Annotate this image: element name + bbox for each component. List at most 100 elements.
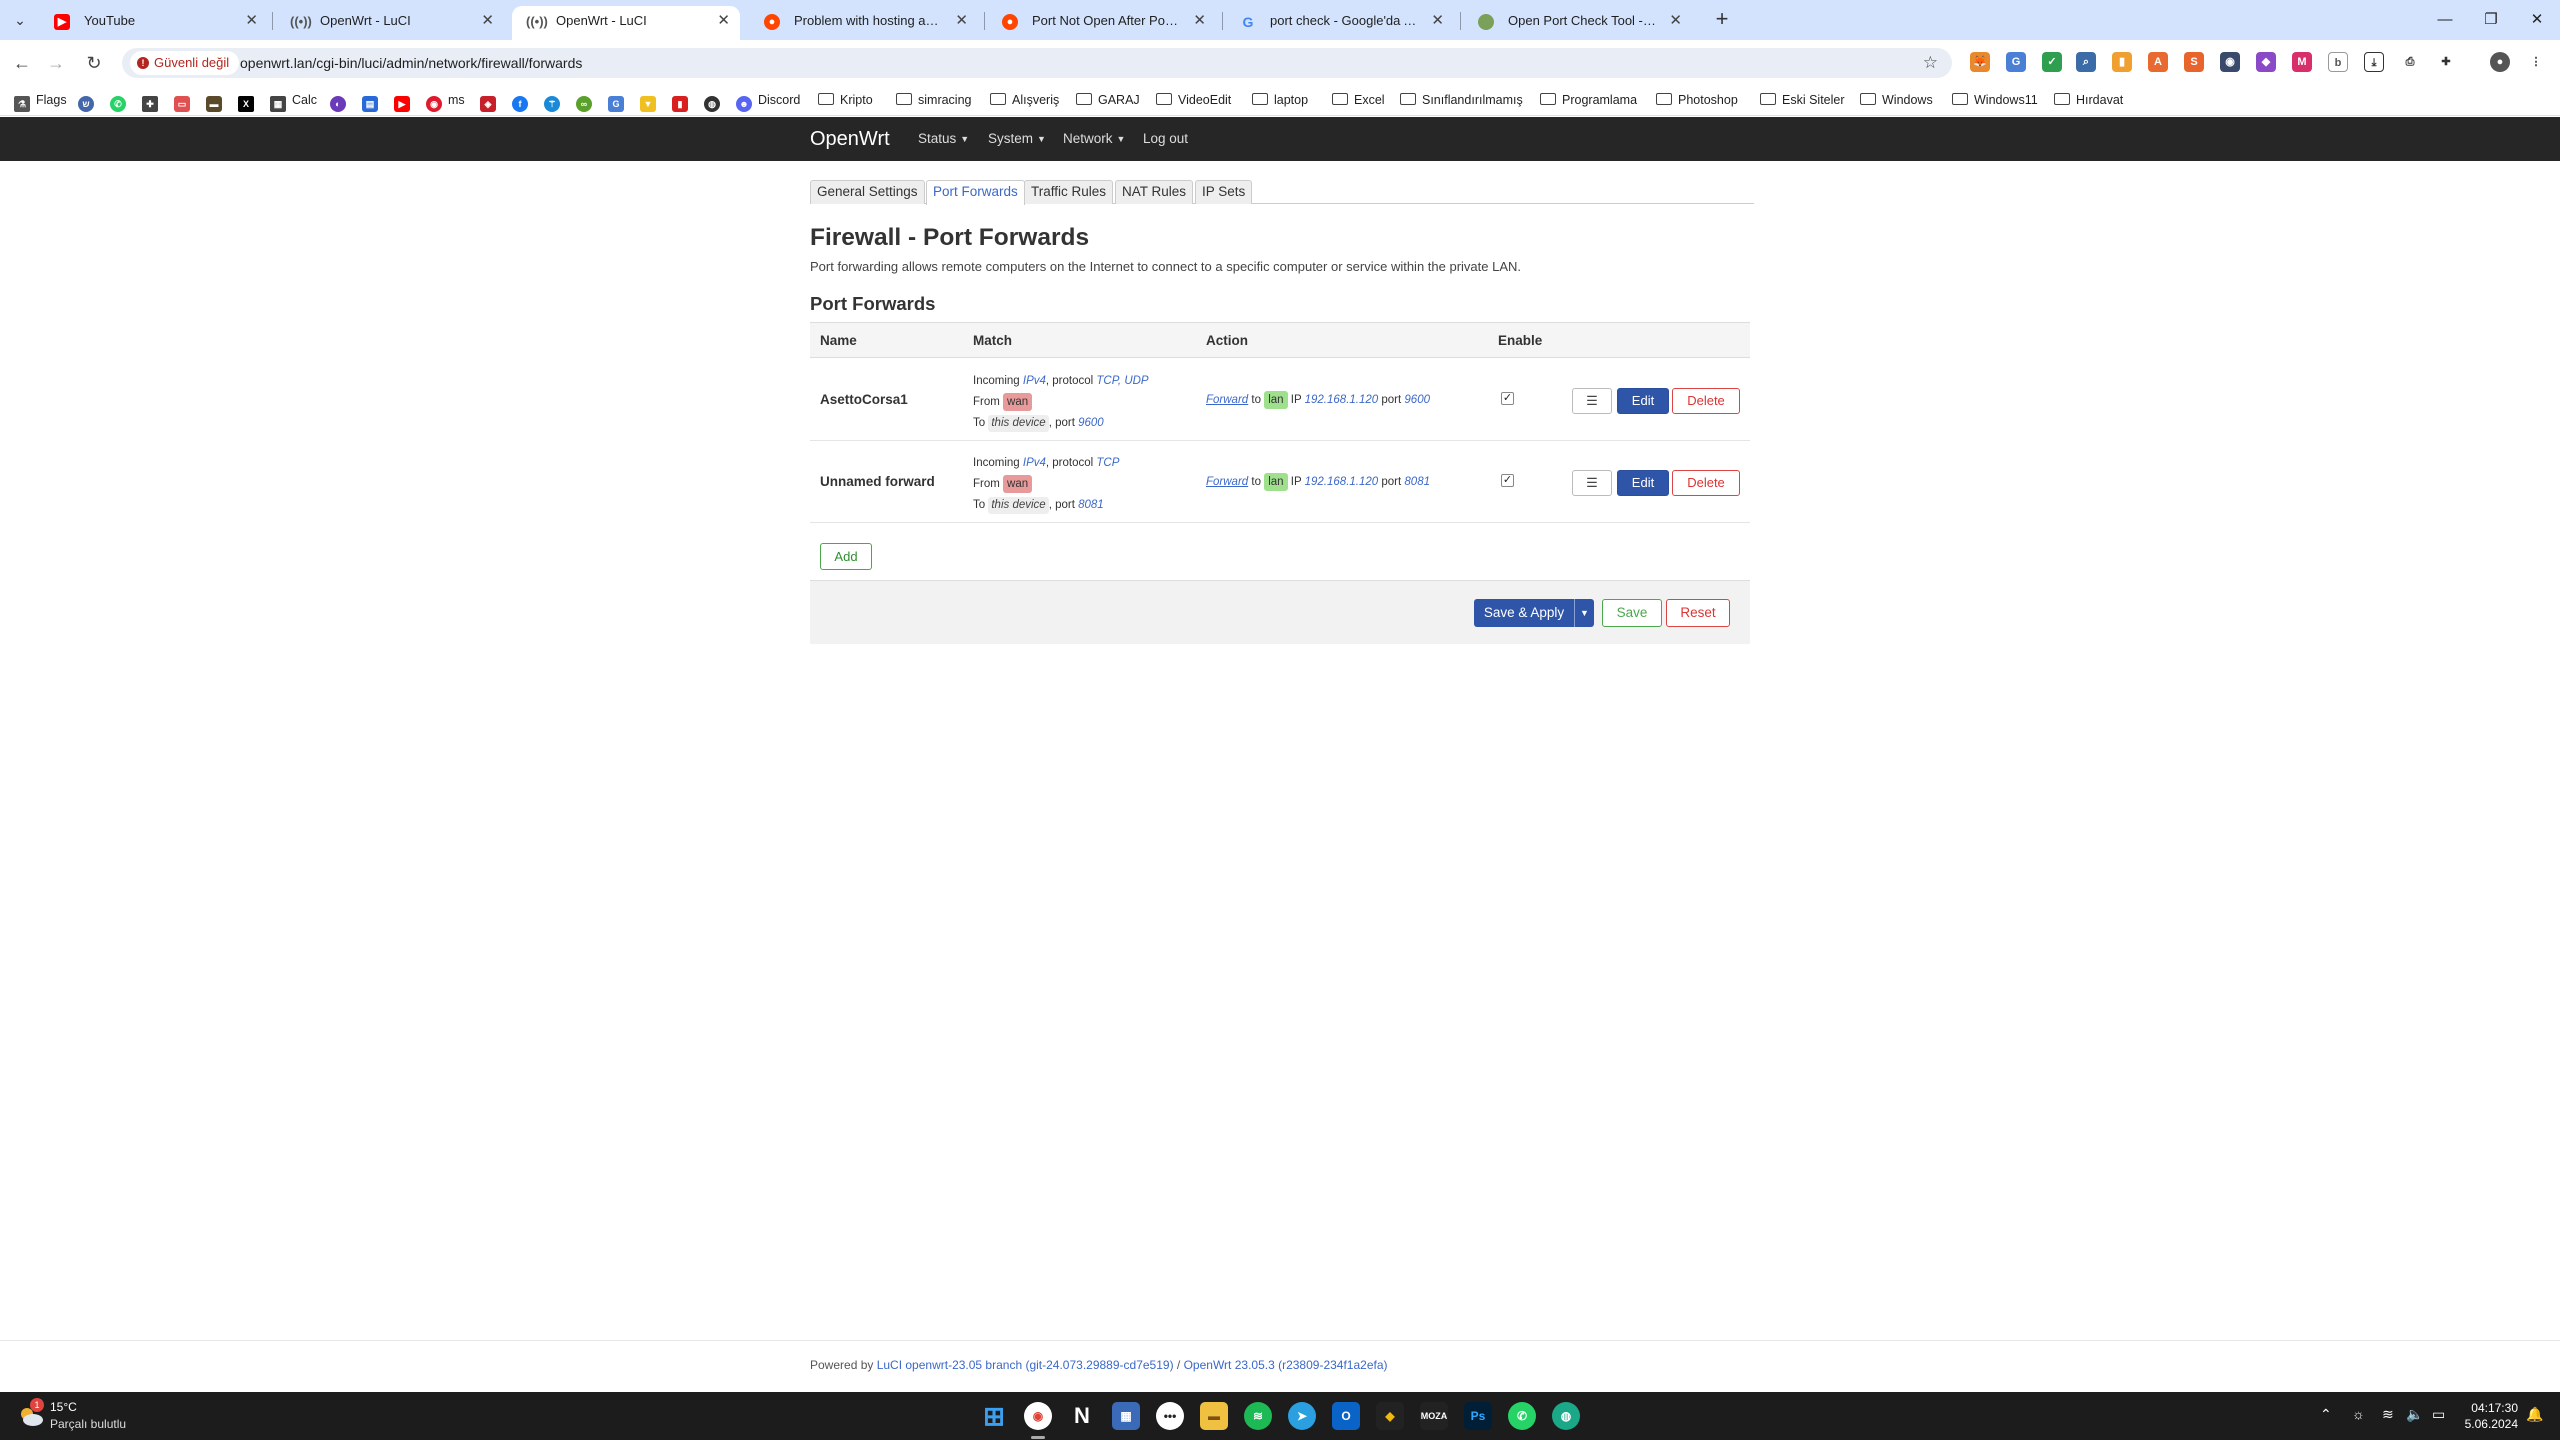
extension-cube-icon[interactable]: ◆: [2256, 52, 2276, 72]
close-icon[interactable]: ✕: [1431, 6, 1444, 36]
enable-checkbox[interactable]: ✓: [1501, 474, 1514, 487]
bookmark-folder-excel[interactable]: Excel: [1332, 84, 1385, 116]
close-icon[interactable]: ✕: [1193, 6, 1206, 36]
tab-reddit-1[interactable]: ● Problem with hosting a server ✕: [750, 6, 978, 40]
bookmark-icon-17[interactable]: ▼: [640, 84, 662, 116]
extension-s-icon[interactable]: S: [2184, 52, 2204, 72]
footer-luci-link[interactable]: LuCI openwrt-23.05 branch (git-24.073.29…: [877, 1358, 1174, 1372]
bookmark-folder-videoedit[interactable]: VideoEdit: [1156, 84, 1231, 116]
bookmark-folder-simracing[interactable]: simracing: [896, 84, 972, 116]
bookmark-discord[interactable]: ☻ Discord: [736, 84, 800, 116]
bookmark-icon-9[interactable]: ▤: [362, 84, 384, 116]
close-icon[interactable]: ✕: [245, 6, 258, 36]
extension-m-icon[interactable]: M: [2292, 52, 2312, 72]
translate-icon[interactable]: G: [2006, 52, 2026, 72]
close-window-button[interactable]: ✕: [2512, 0, 2560, 40]
bookmark-x[interactable]: X: [238, 84, 260, 116]
tab-search-icon[interactable]: ⌄: [8, 8, 32, 32]
bookmark-folder-laptop[interactable]: laptop: [1252, 84, 1308, 116]
bookmark-folder-programlama[interactable]: Programlama: [1540, 84, 1637, 116]
protocols-link[interactable]: TCP: [1096, 457, 1119, 469]
dest-ip-link[interactable]: 192.168.1.120: [1305, 394, 1379, 406]
tab-reddit-2[interactable]: ● Port Not Open After Port Forw ✕: [988, 6, 1216, 40]
telegram-icon[interactable]: ➤: [1288, 1402, 1316, 1430]
nav-network[interactable]: Network ▼: [1063, 117, 1125, 161]
save-apply-button[interactable]: Save & Apply: [1474, 599, 1574, 627]
tab-openwrt-active[interactable]: ((•)) OpenWrt - LuCI ✕: [512, 6, 740, 40]
binance-icon[interactable]: ◆: [1376, 1402, 1404, 1430]
metamask-icon[interactable]: 🦊: [1970, 52, 1990, 72]
bookmark-ms[interactable]: ◉ ms: [426, 84, 465, 116]
restore-button[interactable]: ❐: [2466, 0, 2516, 40]
extension-b-icon[interactable]: b: [2328, 52, 2348, 72]
nav-status[interactable]: Status ▼: [918, 117, 969, 161]
bookmark-icon-18[interactable]: ▮: [672, 84, 694, 116]
bookmark-folder-hirdavat[interactable]: Hırdavat: [2054, 84, 2123, 116]
app-chat-icon[interactable]: •••: [1156, 1402, 1184, 1430]
extension-a-icon[interactable]: A: [2148, 52, 2168, 72]
bookmark-translate[interactable]: G: [608, 84, 630, 116]
tab-google[interactable]: G port check - Google'da Ara ✕: [1226, 6, 1454, 40]
outlook-icon[interactable]: O: [1332, 1402, 1360, 1430]
drag-handle-button[interactable]: ☰: [1572, 388, 1612, 414]
bookmark-puzzle[interactable]: ✚: [142, 84, 164, 116]
bookmark-flags[interactable]: ⚗ Flags: [14, 84, 67, 116]
bookmark-calc[interactable]: ▦ Calc: [270, 84, 317, 116]
battery-icon[interactable]: ▭: [2432, 1406, 2445, 1423]
bookmark-folder-windows11[interactable]: Windows11: [1952, 84, 2038, 116]
close-icon[interactable]: ✕: [955, 6, 968, 36]
protocols-link[interactable]: TCP, UDP: [1096, 375, 1148, 387]
family-link[interactable]: IPv4: [1023, 457, 1046, 469]
brightness-icon[interactable]: ☼: [2352, 1406, 2365, 1422]
profile-avatar[interactable]: ●: [2490, 52, 2510, 72]
reload-button[interactable]: ↻: [78, 50, 110, 76]
extensions-puzzle-icon[interactable]: ✚: [2436, 52, 2456, 72]
subtab-port-forwards[interactable]: Port Forwards: [926, 180, 1025, 205]
dest-port-link[interactable]: 8081: [1404, 476, 1430, 488]
weather-temperature[interactable]: 15°C: [50, 1400, 77, 1414]
bookmark-facebook[interactable]: f: [512, 84, 534, 116]
bookmark-icon-4[interactable]: ▭: [174, 84, 196, 116]
menu-dots-icon[interactable]: ⋮: [2526, 52, 2546, 72]
close-icon[interactable]: ✕: [717, 6, 730, 36]
back-button[interactable]: ←: [6, 50, 38, 76]
subtab-traffic-rules[interactable]: Traffic Rules: [1024, 180, 1114, 204]
subtab-ip-sets[interactable]: IP Sets: [1195, 180, 1253, 204]
weather-description[interactable]: Parçalı bulutlu: [50, 1417, 126, 1431]
url-text[interactable]: openwrt.lan/cgi-bin/luci/admin/network/f…: [240, 48, 582, 78]
tab-port-check[interactable]: Open Port Check Tool - Test Po ✕: [1464, 6, 1692, 40]
bookmark-whatsapp[interactable]: ✆: [110, 84, 132, 116]
photoshop-icon[interactable]: Ps: [1464, 1402, 1492, 1430]
new-tab-button[interactable]: +: [1708, 6, 1736, 34]
download-icon[interactable]: ⤓: [2364, 52, 2384, 72]
subtab-general-settings[interactable]: General Settings: [810, 180, 925, 204]
save-apply-dropdown-icon[interactable]: ▼: [1574, 599, 1594, 627]
bookmark-folder-siniflandirilmamis[interactable]: Sınıflandırılmamış: [1400, 84, 1523, 116]
subtab-nat-rules[interactable]: NAT Rules: [1115, 180, 1194, 204]
close-icon[interactable]: ✕: [481, 6, 494, 36]
dest-ip-link[interactable]: 192.168.1.120: [1305, 476, 1379, 488]
bookmark-folder-alisveris[interactable]: Alışveriş: [990, 84, 1059, 116]
address-bar[interactable]: ! Güvenli değil openwrt.lan/cgi-bin/luci…: [122, 48, 1952, 78]
edit-button[interactable]: Edit: [1617, 388, 1669, 414]
delete-button[interactable]: Delete: [1672, 388, 1740, 414]
delete-button[interactable]: Delete: [1672, 470, 1740, 496]
zoom-icon[interactable]: ⌕: [2076, 52, 2096, 72]
bookmark-icon-14[interactable]: ⚚: [544, 84, 566, 116]
moza-icon[interactable]: MOZA: [1420, 1402, 1448, 1430]
brand-logo[interactable]: OpenWrt: [810, 117, 890, 161]
port-link[interactable]: 8081: [1078, 499, 1104, 511]
notion-icon[interactable]: N: [1068, 1402, 1096, 1430]
forward-button[interactable]: →: [40, 50, 72, 76]
app-green-icon[interactable]: ◍: [1552, 1402, 1580, 1430]
enable-checkbox[interactable]: ✓: [1501, 392, 1514, 405]
drag-handle-button[interactable]: ☰: [1572, 470, 1612, 496]
bookmark-icon-15[interactable]: ∞: [576, 84, 598, 116]
bookmark-folder-windows[interactable]: Windows: [1860, 84, 1933, 116]
edit-button[interactable]: Edit: [1617, 470, 1669, 496]
app-icon[interactable]: ▦: [1112, 1402, 1140, 1430]
bookmark-star-icon[interactable]: ☆: [1923, 50, 1938, 76]
extension-globe-icon[interactable]: ◉: [2220, 52, 2240, 72]
security-indicator[interactable]: ! Güvenli değil: [130, 51, 240, 75]
chrome-icon[interactable]: ◉: [1024, 1402, 1052, 1430]
